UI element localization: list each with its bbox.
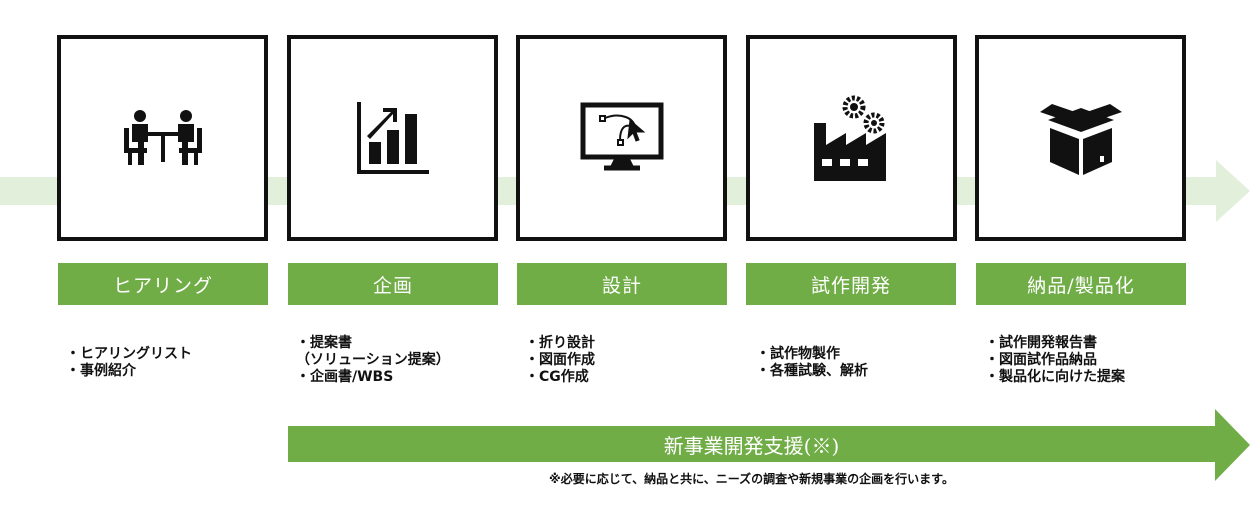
step-items-hearing: ・ヒアリングリスト ・事例紹介: [66, 346, 192, 380]
step-items-delivery: ・試作開発報告書 ・図面試作品納品 ・製品化に向けた提案: [985, 335, 1125, 386]
list-item: ・図面作成: [525, 352, 595, 368]
meeting-icon: [123, 110, 202, 165]
list-item: ・CG作成: [525, 369, 589, 385]
list-item: ・製品化に向けた提案: [985, 369, 1125, 385]
factory-icon: [813, 95, 886, 181]
step-box-delivery: [975, 35, 1186, 241]
list-item: ・各種試験、解析: [756, 363, 868, 379]
step-label: 設計: [517, 263, 727, 305]
package-icon: [1039, 104, 1122, 175]
step-box-prototype: [746, 35, 957, 241]
step-label: ヒアリング: [58, 263, 268, 305]
step-box-hearing: [57, 35, 268, 241]
support-title: 新事業開発支援(※): [663, 433, 840, 458]
list-item: ・図面試作品納品: [985, 352, 1097, 368]
step-label: 試作開発: [746, 263, 956, 305]
growth-chart-icon: [356, 102, 429, 174]
list-item: ・折り設計: [525, 335, 595, 351]
step-box-planning: [287, 35, 498, 241]
step-label: 納品/製品化: [976, 263, 1186, 305]
list-item: ・ヒアリングリスト: [66, 346, 192, 362]
step-box-design: [516, 35, 727, 241]
step-items-prototype: ・試作物製作 ・各種試験、解析: [756, 346, 868, 380]
support-note: ※必要に応じて、納品と共に、ニーズの調査や新規事業の企画を行います。: [549, 472, 954, 486]
step-items-design: ・折り設計 ・図面作成 ・CG作成: [525, 335, 595, 386]
design-monitor-icon: [580, 102, 663, 171]
list-item: ・試作物製作: [756, 346, 840, 362]
list-item: ・企画書/WBS: [296, 369, 394, 385]
step-label: 企画: [288, 263, 498, 305]
step-items-planning: ・提案書 （ソリューション提案） ・企画書/WBS: [296, 335, 450, 386]
list-item: ・試作開発報告書: [985, 335, 1097, 351]
list-item: ・提案書: [296, 335, 352, 351]
list-item: ・事例紹介: [66, 363, 136, 379]
list-item: （ソリューション提案）: [296, 352, 450, 368]
